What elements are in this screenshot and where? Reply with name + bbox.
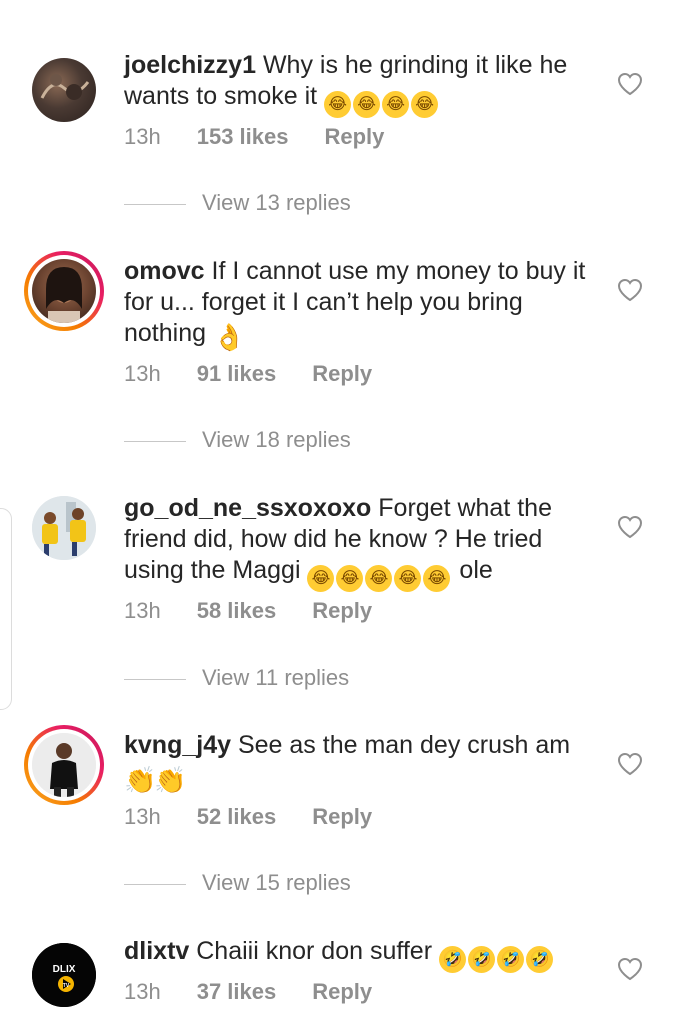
comment-time: 13h xyxy=(124,979,161,1004)
avatar[interactable] xyxy=(24,725,104,805)
heart-outline-icon[interactable] xyxy=(617,752,643,776)
replies-divider xyxy=(124,678,186,680)
comment-text: Chaiii knor don suffer xyxy=(196,937,433,965)
comment-meta: 13h 91 likes Reply xyxy=(124,361,372,387)
avatar[interactable] xyxy=(24,251,104,331)
likes-count[interactable]: 37 likes xyxy=(197,979,277,1005)
reply-button[interactable]: Reply xyxy=(324,124,384,150)
view-replies-label: View 15 replies xyxy=(202,870,351,895)
comment-meta: 13h 153 likes Reply xyxy=(124,124,384,150)
comment-time: 13h xyxy=(124,598,161,623)
comment-username[interactable]: omovc xyxy=(124,257,205,285)
likes-count[interactable]: 91 likes xyxy=(197,361,277,387)
heart-outline-icon[interactable] xyxy=(617,957,643,981)
comment-meta: 13h 37 likes Reply xyxy=(124,979,372,1005)
comment-time: 13h xyxy=(124,804,161,829)
laughing-emoji-icon: 😂 xyxy=(365,565,393,592)
logo-text: DLIX xyxy=(53,964,76,975)
view-replies-link[interactable]: View 13 replies xyxy=(124,190,351,216)
replies-divider xyxy=(124,203,186,205)
laughing-emoji-icon: 😂 xyxy=(382,91,410,118)
laughing-emoji-icon: 😂 xyxy=(394,565,422,592)
likes-count[interactable]: 52 likes xyxy=(197,804,277,830)
view-replies-label: View 18 replies xyxy=(202,427,351,452)
logo-subtext: TV xyxy=(63,983,70,989)
heart-outline-icon[interactable] xyxy=(617,72,643,96)
reply-button[interactable]: Reply xyxy=(312,979,372,1005)
reply-button[interactable]: Reply xyxy=(312,598,372,624)
laughing-emoji-icon: 😂 xyxy=(423,565,451,592)
laughing-emoji-icon: 😂 xyxy=(307,565,335,592)
view-replies-link[interactable]: View 18 replies xyxy=(124,427,351,453)
view-replies-link[interactable]: View 11 replies xyxy=(124,665,349,691)
replies-divider xyxy=(124,883,186,885)
comment-username[interactable]: joelchizzy1 xyxy=(124,51,256,79)
rolling-laughing-emoji-icon: 🤣 xyxy=(467,946,495,973)
likes-count[interactable]: 153 likes xyxy=(197,124,289,150)
drawer-edge-handle[interactable] xyxy=(0,508,12,710)
heart-outline-icon[interactable] xyxy=(617,278,643,302)
emoji-group: 👏👏 xyxy=(124,762,186,794)
comment-text-tail: ole xyxy=(459,556,493,584)
comment-time: 13h xyxy=(124,124,161,149)
laughing-emoji-icon: 😂 xyxy=(411,91,439,118)
avatar[interactable] xyxy=(24,488,104,568)
replies-divider xyxy=(124,440,186,442)
comment-username[interactable]: go_od_ne_ssxoxoxo xyxy=(124,494,371,522)
comment-time: 13h xyxy=(124,361,161,386)
reply-button[interactable]: Reply xyxy=(312,361,372,387)
clapping-hands-emoji-icon: 👏 xyxy=(154,765,187,795)
laughing-emoji-icon: 😂 xyxy=(353,91,381,118)
dlix-logo: DLIX TV xyxy=(32,943,96,1007)
likes-count[interactable]: 58 likes xyxy=(197,598,277,624)
comment-text: See as the man dey crush am xyxy=(237,731,571,759)
avatar[interactable] xyxy=(24,50,104,130)
view-replies-label: View 13 replies xyxy=(202,190,351,215)
comment-username[interactable]: kvng_j4y xyxy=(124,731,231,759)
laughing-emoji-icon: 😂 xyxy=(336,565,364,592)
rolling-laughing-emoji-icon: 🤣 xyxy=(496,946,524,973)
clapping-hands-emoji-icon: 👏 xyxy=(124,765,157,795)
laughing-emoji-icon: 😂 xyxy=(324,91,352,118)
emoji-group: 😂 😂 😂 😂 xyxy=(324,82,440,118)
comment-username[interactable]: dlixtv xyxy=(124,937,189,965)
comment-meta: 13h 58 likes Reply xyxy=(124,598,372,624)
reply-button[interactable]: Reply xyxy=(312,804,372,830)
view-replies-link[interactable]: View 15 replies xyxy=(124,870,351,896)
emoji-group: 🤣 🤣 🤣 🤣 xyxy=(438,937,555,973)
rolling-laughing-emoji-icon: 🤣 xyxy=(525,946,553,973)
rolling-laughing-emoji-icon: 🤣 xyxy=(438,946,466,973)
heart-outline-icon[interactable] xyxy=(617,515,643,539)
emoji-group: 😂 😂 😂 😂 😂 xyxy=(307,556,459,592)
comment-meta: 13h 52 likes Reply xyxy=(124,804,372,830)
view-replies-label: View 11 replies xyxy=(202,665,350,690)
ok-hand-emoji-icon: 👌 xyxy=(212,322,246,352)
avatar[interactable]: DLIX TV xyxy=(24,935,104,1015)
